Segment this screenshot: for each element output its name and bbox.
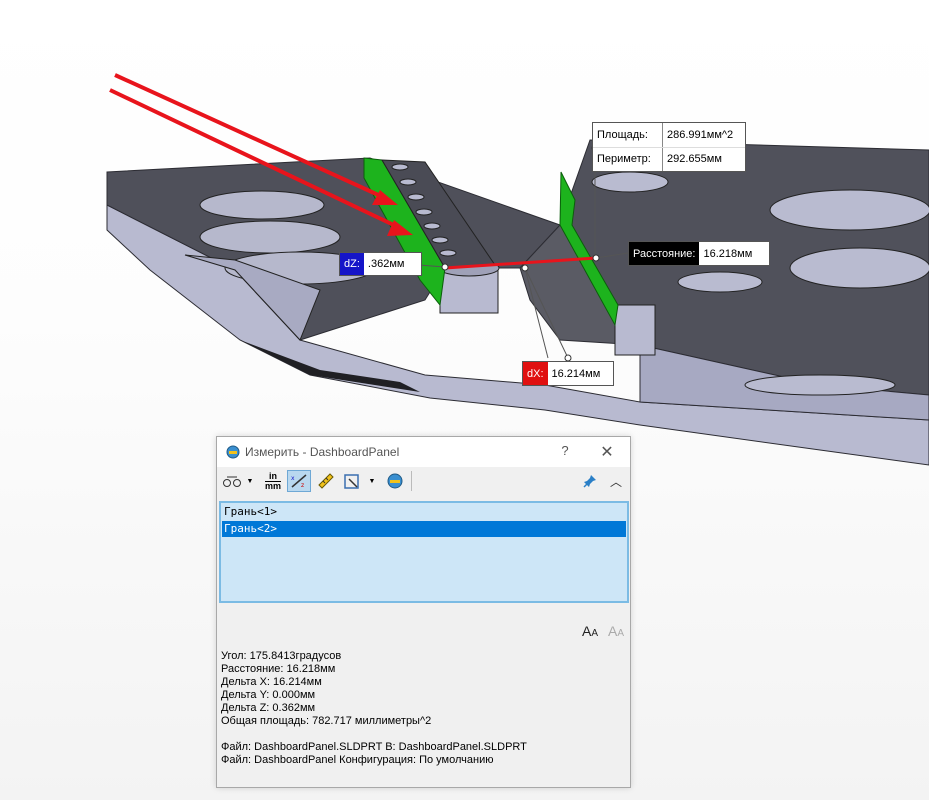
slot-2 xyxy=(199,220,341,254)
result-line: Общая площадь: 782.717 миллиметры^2 xyxy=(221,715,432,727)
measure-history-icon xyxy=(387,473,403,489)
measure-dialog: Измерить - DashboardPanel ? ✕ ▼ in mm x … xyxy=(216,436,631,788)
slot-right-1 xyxy=(769,189,929,231)
toolbar-divider xyxy=(411,471,412,491)
hole-mid xyxy=(677,271,763,293)
file-info: Файл: DashboardPanel.SLDPRT В: Dashboard… xyxy=(221,741,527,767)
result-line: Угол: 175.8413градусов xyxy=(221,650,342,662)
perimeter-label: Периметр: xyxy=(593,147,663,171)
list-item-selected[interactable]: Грань<2> xyxy=(222,521,626,537)
units-top: in xyxy=(269,470,277,481)
svg-text:z: z xyxy=(301,482,304,489)
projection-dropdown[interactable]: ▼ xyxy=(367,470,377,492)
projection-icon xyxy=(344,474,359,489)
result-line: Дельта Z: 0.362мм xyxy=(221,702,316,714)
ruler-icon xyxy=(318,473,334,489)
file-line: Файл: DashboardPanel.SLDPRT В: Dashboard… xyxy=(221,741,527,753)
slot-right-2 xyxy=(789,247,929,289)
distance-callout: Расстояние: 16.218мм xyxy=(628,241,770,266)
pin-button[interactable] xyxy=(579,470,601,492)
point-marker-2 xyxy=(521,264,529,272)
svg-text:x: x xyxy=(291,475,295,482)
arc-options-button[interactable] xyxy=(221,470,243,492)
measure-tool-icon xyxy=(226,445,240,459)
close-button[interactable]: ✕ xyxy=(595,442,619,462)
font-increase-button[interactable]: AA xyxy=(579,621,601,641)
show-xyz-button[interactable]: x z xyxy=(287,470,311,492)
point-marker-1 xyxy=(441,263,449,271)
collapse-button[interactable]: ︿ xyxy=(605,470,627,492)
dz-label: dZ: xyxy=(340,253,364,275)
distance-value: 16.218мм xyxy=(699,242,757,265)
result-line: Дельта Y: 0.000мм xyxy=(221,689,316,701)
font-increase-icon: AA xyxy=(581,623,598,639)
dx-value: 16.214мм xyxy=(547,362,605,385)
hole-top xyxy=(591,171,669,193)
result-line: Дельта X: 16.214мм xyxy=(221,676,322,688)
measure-history-button[interactable] xyxy=(383,470,407,492)
area-perimeter-callout: Площадь: 286.991мм^2 Периметр: 292.655мм xyxy=(592,122,746,172)
pin-icon xyxy=(583,475,596,488)
chevron-up-icon: ︿ xyxy=(609,474,622,489)
result-line: Расстояние: 16.218мм xyxy=(221,663,336,675)
units-precision-button[interactable]: in mm xyxy=(261,470,285,492)
dz-callout: dZ: .362мм xyxy=(339,252,422,276)
chevron-down-icon: ▼ xyxy=(246,477,254,485)
selection-list[interactable]: Грань<1> Грань<2> xyxy=(219,501,629,603)
slot-right-3 xyxy=(744,374,896,396)
point-to-point-button[interactable] xyxy=(315,470,337,492)
dx-callout: dX: 16.214мм xyxy=(522,361,614,386)
chevron-down-icon: ▼ xyxy=(368,477,376,485)
list-item[interactable]: Грань<1> xyxy=(222,504,626,520)
arc-circle-icon xyxy=(223,476,241,487)
point-marker-3 xyxy=(592,254,600,262)
measurement-results: Угол: 175.8413градусов Расстояние: 16.21… xyxy=(221,650,431,728)
file-line: Файл: DashboardPanel Конфигурация: По ум… xyxy=(221,754,494,766)
dx-label: dX: xyxy=(523,362,548,385)
help-button[interactable]: ? xyxy=(553,443,577,461)
font-decrease-icon: AA xyxy=(607,623,624,639)
dialog-titlebar[interactable]: Измерить - DashboardPanel ? ✕ xyxy=(217,437,630,467)
projection-button[interactable] xyxy=(341,470,363,492)
area-value: 286.991мм^2 xyxy=(663,123,738,147)
xyz-measurement-icon: x z xyxy=(291,474,307,489)
distance-label: Расстояние: xyxy=(629,242,700,265)
dialog-toolbar: ▼ in mm x z ▼ ︿ xyxy=(217,467,630,495)
area-label: Площадь: xyxy=(593,123,663,147)
units-bottom: mm xyxy=(264,480,281,491)
perimeter-value: 292.655мм xyxy=(663,147,726,171)
slot-1 xyxy=(199,190,325,220)
arc-options-dropdown[interactable]: ▼ xyxy=(245,470,255,492)
dialog-title: Измерить - DashboardPanel xyxy=(245,445,400,459)
font-decrease-button[interactable]: AA xyxy=(605,621,627,641)
dz-value: .362мм xyxy=(363,253,409,275)
boss-right xyxy=(614,304,656,356)
